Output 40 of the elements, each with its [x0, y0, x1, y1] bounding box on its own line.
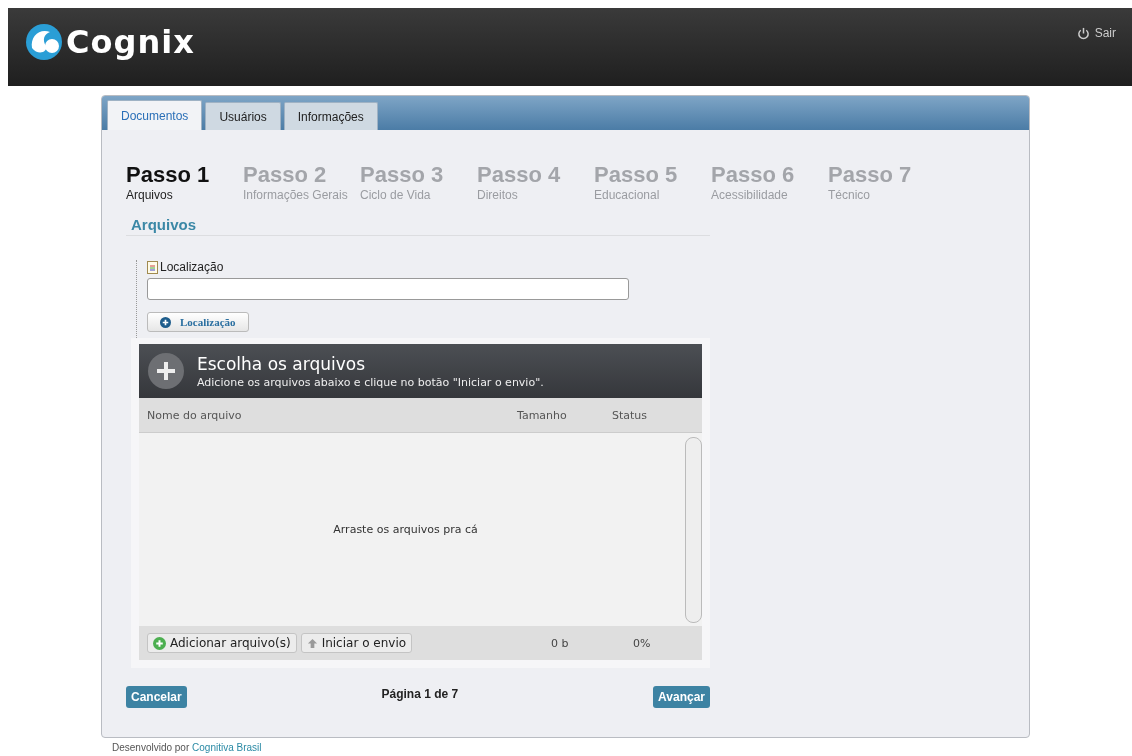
wizard-step[interactable]: Passo 1 Arquivos — [126, 162, 243, 202]
wizard-step[interactable]: Passo 7 Técnico — [828, 162, 945, 202]
total-status: 0% — [633, 636, 651, 650]
tab[interactable]: Informações — [283, 102, 378, 130]
add-location-button[interactable]: Localização — [147, 312, 249, 332]
uploader-title: Escolha os arquivos — [197, 353, 367, 374]
wizard-step[interactable]: Passo 3 Ciclo de Vida — [360, 162, 477, 202]
footer-link[interactable]: Cognitiva Brasil — [192, 742, 262, 753]
next-button[interactable]: Avançar — [653, 686, 710, 708]
location-field[interactable] — [147, 278, 629, 300]
tab[interactable]: Documentos — [107, 100, 203, 130]
tab[interactable]: Usuários — [205, 102, 281, 130]
drop-area[interactable]: Arraste os arquivos pra cá — [139, 433, 702, 626]
page-indicator: Página 1 de 7 — [381, 687, 459, 701]
logo-icon — [24, 22, 64, 62]
field-label: Localização — [160, 260, 224, 274]
footer-text: Desenvolvido por — [112, 742, 190, 753]
add-files-button[interactable]: Adicionar arquivo(s) — [147, 633, 297, 653]
logo-text: Cognix — [66, 23, 195, 61]
column-header: Tamanho — [517, 408, 568, 422]
column-header: Status — [612, 408, 648, 422]
plus-circle-icon — [160, 316, 171, 328]
plus-icon[interactable] — [147, 352, 185, 390]
up-arrow-icon — [306, 637, 318, 649]
wizard-step[interactable]: Passo 5 Educacional — [594, 162, 711, 202]
uploader-hint: Adicione os arquivos abaixo e clique no botão "Iniciar o envio". — [197, 375, 544, 389]
wizard-step[interactable]: Passo 6 Acessibilidade — [711, 162, 828, 202]
start-upload-button[interactable]: Iniciar o envio — [300, 633, 413, 653]
power-icon — [1076, 26, 1090, 40]
total-size: 0 b — [551, 636, 570, 650]
plus-circle-icon — [153, 636, 166, 650]
drop-hint: Arraste os arquivos pra cá — [333, 523, 478, 536]
logout-button[interactable]: Sair — [1076, 26, 1116, 40]
wizard-step[interactable]: Passo 4 Direitos — [477, 162, 594, 202]
column-header: Nome do arquivo — [146, 408, 243, 422]
cancel-button[interactable]: Cancelar — [126, 686, 187, 708]
wizard-step[interactable]: Passo 2 Informações Gerais — [243, 162, 360, 202]
section-title: Arquivos — [126, 216, 710, 236]
document-icon — [147, 260, 158, 274]
scrollbar[interactable] — [685, 437, 702, 623]
